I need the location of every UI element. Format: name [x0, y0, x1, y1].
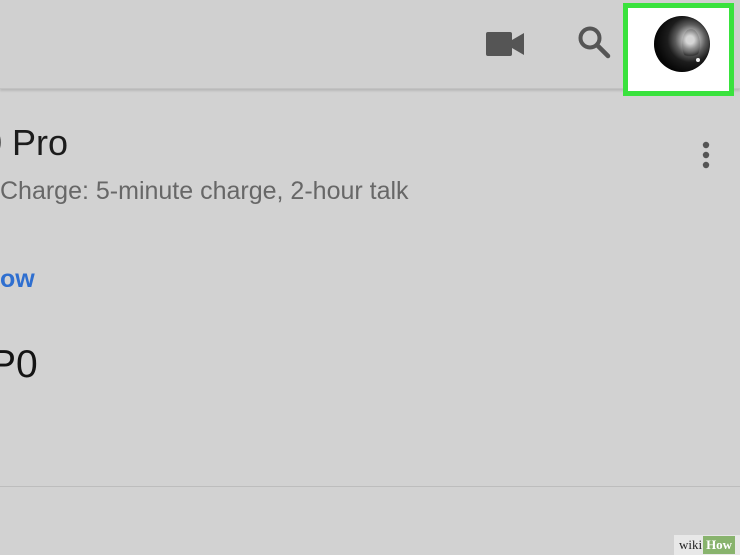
screen: 0 Pro Charge: 5-minute charge, 2-hour ta… [0, 0, 740, 555]
more-options-button[interactable] [694, 139, 718, 171]
content-heading-fragment: P0 [0, 343, 38, 386]
divider [0, 486, 740, 487]
video-camera-icon [486, 32, 524, 56]
product-subtitle: Charge: 5-minute charge, 2-hour talk [0, 177, 409, 205]
watermark-how: How [703, 536, 736, 554]
page-title: 0 Pro [0, 122, 69, 163]
profile-avatar-icon[interactable] [654, 16, 710, 72]
search-icon [578, 26, 611, 59]
more-vert-icon [702, 141, 710, 169]
wikihow-watermark: wiki How [674, 535, 740, 555]
content-link[interactable]: ow [0, 263, 35, 295]
app-bar [0, 0, 740, 96]
search-button[interactable] [570, 18, 618, 66]
watermark-wiki: wiki [678, 537, 703, 552]
video-button[interactable] [481, 22, 531, 66]
